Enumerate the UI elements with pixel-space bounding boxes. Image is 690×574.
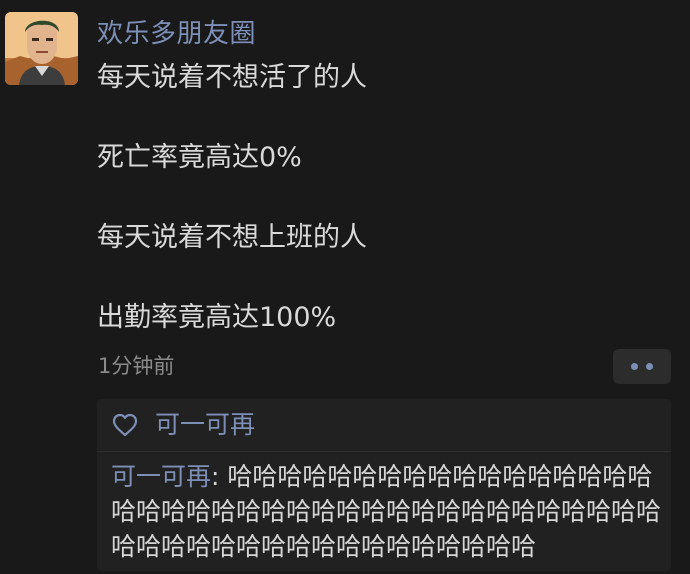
post-timestamp: 1分钟前 bbox=[98, 354, 175, 378]
likes-row: 可一可再 bbox=[97, 399, 671, 452]
post-content-line: 每天说着不想上班的人 bbox=[97, 222, 367, 253]
post-author-name[interactable]: 欢乐多朋友圈 bbox=[97, 14, 256, 54]
post-content-line: 死亡率竟高达0% bbox=[97, 142, 302, 173]
avatar-illustration bbox=[5, 12, 78, 85]
like-user-name[interactable]: 可一可再 bbox=[155, 407, 255, 443]
comment-item[interactable]: 可一可再: 哈哈哈哈哈哈哈哈哈哈哈哈哈哈哈哈哈哈哈哈哈哈哈哈哈哈哈哈哈哈哈哈哈哈… bbox=[111, 459, 667, 564]
feedback-panel: 可一可再 可一可再: 哈哈哈哈哈哈哈哈哈哈哈哈哈哈哈哈哈哈哈哈哈哈哈哈哈哈哈哈哈… bbox=[97, 399, 671, 571]
post-content-line: 出勤率竟高达100% bbox=[97, 302, 337, 333]
more-dots-icon bbox=[646, 363, 653, 370]
avatar[interactable] bbox=[5, 12, 78, 85]
moments-post: 欢乐多朋友圈 每天说着不想活了的人 死亡率竟高达0% 每天说着不想上班的人 出勤… bbox=[0, 0, 690, 574]
heart-icon bbox=[112, 413, 138, 437]
more-actions-button[interactable] bbox=[613, 349, 671, 384]
comment-author[interactable]: 可一可再 bbox=[111, 462, 211, 491]
more-dots-icon bbox=[631, 363, 638, 370]
comment-separator: : bbox=[211, 462, 228, 491]
post-content-line: 每天说着不想活了的人 bbox=[97, 62, 367, 93]
